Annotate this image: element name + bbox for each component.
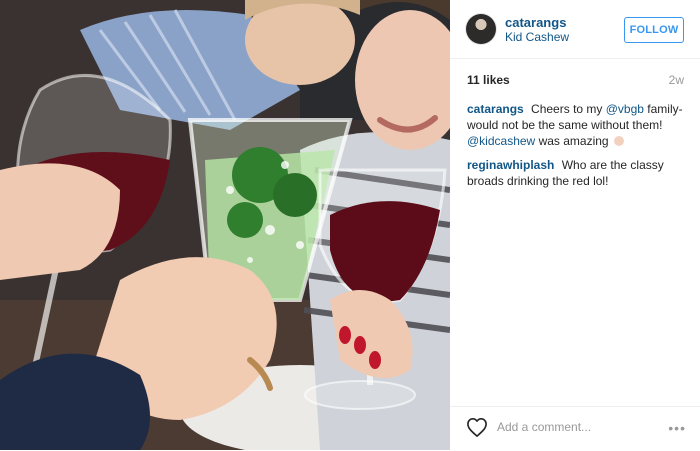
- location-link[interactable]: Kid Cashew: [505, 30, 569, 44]
- instagram-post: catarangs Kid Cashew FOLLOW 11 likes 2w …: [0, 0, 700, 450]
- comment-username[interactable]: reginawhiplash: [467, 158, 554, 172]
- post-sidebar: catarangs Kid Cashew FOLLOW 11 likes 2w …: [450, 0, 700, 450]
- caption-mention-kidcashew[interactable]: @kidcashew: [467, 134, 535, 148]
- caption-text-3: was amazing: [538, 134, 609, 148]
- photo-illustration: [0, 0, 450, 450]
- ok-hand-emoji-icon: [613, 136, 624, 146]
- post-age[interactable]: 2w: [669, 73, 684, 87]
- likes-count[interactable]: 11 likes: [467, 73, 510, 87]
- follow-button[interactable]: FOLLOW: [624, 17, 684, 43]
- username-link[interactable]: catarangs: [505, 15, 566, 30]
- caption-text-1: Cheers to my: [531, 102, 603, 116]
- post-footer: Add a comment... •••: [450, 406, 700, 451]
- comment: reginawhiplash Who are the classy broads…: [467, 157, 689, 189]
- add-comment-input[interactable]: Add a comment...: [497, 420, 591, 434]
- post-photo[interactable]: [0, 0, 450, 450]
- post-header: catarangs Kid Cashew FOLLOW: [450, 0, 700, 59]
- caption-username[interactable]: catarangs: [467, 102, 524, 116]
- heart-icon[interactable]: [466, 417, 488, 437]
- caption-mention-vbgb[interactable]: @vbgb: [606, 102, 644, 116]
- caption: catarangs Cheers to my @vbgb family- wou…: [467, 101, 689, 149]
- comments-list: catarangs Cheers to my @vbgb family- wou…: [467, 101, 689, 197]
- avatar[interactable]: [466, 14, 496, 44]
- more-options-icon[interactable]: •••: [668, 420, 686, 436]
